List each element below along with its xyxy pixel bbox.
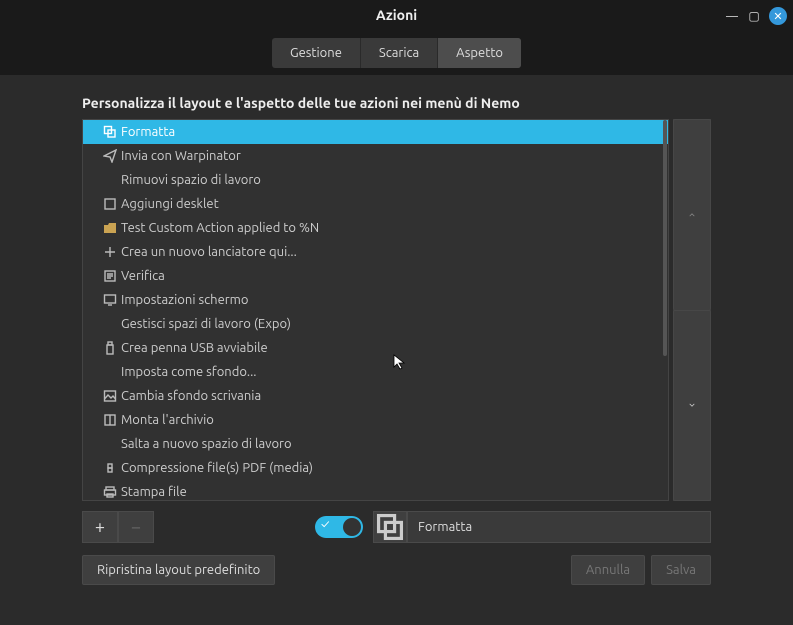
move-up-button[interactable]: [673, 119, 711, 310]
verify-icon: [103, 269, 117, 283]
action-item[interactable]: Stampa file: [83, 480, 668, 500]
action-label: Gestisci spazi di lavoro (Expo): [121, 317, 291, 331]
action-item[interactable]: Crea penna USB avviabile: [83, 336, 668, 360]
action-label: Invia con Warpinator: [121, 149, 241, 163]
screen-icon: [103, 293, 117, 307]
add-separator-button[interactable]: +: [82, 511, 118, 543]
action-item[interactable]: Impostazioni schermo: [83, 288, 668, 312]
window-controls: — ▢ ✕: [725, 7, 787, 25]
action-item[interactable]: Cambia sfondo scrivania: [83, 384, 668, 408]
reorder-buttons: [673, 119, 711, 501]
desklet-icon: [103, 197, 117, 211]
action-item[interactable]: Gestisci spazi di lavoro (Expo): [83, 312, 668, 336]
action-name-input[interactable]: [407, 511, 711, 543]
close-button[interactable]: ✕: [769, 7, 787, 25]
wallpaper-icon: [103, 389, 117, 403]
action-label: Test Custom Action applied to %N: [121, 221, 319, 235]
blank-icon: [103, 173, 117, 187]
format-icon: [103, 125, 117, 139]
archive-icon: [103, 413, 117, 427]
actions-list[interactable]: Formatta Invia con Warpinator Rimuovi spaz…: [82, 119, 669, 501]
tab-aspetto[interactable]: Aspetto: [438, 38, 521, 68]
remove-separator-button[interactable]: −: [118, 511, 154, 543]
action-item[interactable]: Imposta come sfondo...: [83, 360, 668, 384]
tab-scarica[interactable]: Scarica: [361, 38, 438, 68]
action-label: Crea un nuovo lanciatore qui...: [121, 245, 297, 259]
action-item[interactable]: Formatta: [83, 120, 668, 144]
action-label: Salta a nuovo spazio di lavoro: [121, 437, 292, 451]
action-item[interactable]: Crea un nuovo lanciatore qui...: [83, 240, 668, 264]
diamond-icon: [103, 461, 117, 475]
usb-icon: [103, 341, 117, 355]
action-enabled-toggle[interactable]: [315, 516, 363, 538]
tabs: Gestione Scarica Aspetto: [272, 38, 521, 68]
blank-icon: [103, 437, 117, 451]
action-item[interactable]: Invia con Warpinator: [83, 144, 668, 168]
tab-gestione[interactable]: Gestione: [272, 38, 361, 68]
cancel-button[interactable]: Annulla: [571, 555, 645, 585]
window-title: Azioni: [0, 7, 793, 23]
minimize-button[interactable]: —: [725, 9, 739, 23]
action-label: Impostazioni schermo: [121, 293, 249, 307]
action-item[interactable]: Rimuovi spazio di lavoro: [83, 168, 668, 192]
action-label: Monta l'archivio: [121, 413, 214, 427]
print-icon: [103, 485, 117, 499]
save-button[interactable]: Salva: [651, 555, 711, 585]
plus-icon: [103, 245, 117, 259]
blank-icon: [103, 365, 117, 379]
action-label: Verifica: [121, 269, 165, 283]
action-label: Imposta come sfondo...: [121, 365, 257, 379]
action-label: Stampa file: [121, 485, 187, 499]
action-item[interactable]: Salta a nuovo spazio di lavoro: [83, 432, 668, 456]
blank-icon: [103, 317, 117, 331]
action-label: Formatta: [121, 125, 175, 139]
action-item[interactable]: Verifica: [83, 264, 668, 288]
action-label: Compressione file(s) PDF (media): [121, 461, 313, 475]
action-label: Cambia sfondo scrivania: [121, 389, 261, 403]
action-label: Aggiungi desklet: [121, 197, 219, 211]
action-item[interactable]: Aggiungi desklet: [83, 192, 668, 216]
folder-icon: [103, 221, 117, 235]
action-label: Rimuovi spazio di lavoro: [121, 173, 261, 187]
send-icon: [103, 149, 117, 163]
scrollbar[interactable]: [663, 120, 667, 356]
action-item[interactable]: Monta l'archivio: [83, 408, 668, 432]
action-item[interactable]: Compressione file(s) PDF (media): [83, 456, 668, 480]
page-caption: Personalizza il layout e l'aspetto delle…: [82, 95, 711, 111]
action-item[interactable]: Test Custom Action applied to %N: [83, 216, 668, 240]
action-label: Crea penna USB avviabile: [121, 341, 268, 355]
move-down-button[interactable]: [673, 310, 711, 502]
action-icon-preview[interactable]: [373, 511, 407, 543]
maximize-button[interactable]: ▢: [747, 9, 761, 23]
titlebar: Azioni — ▢ ✕ Gestione Scarica Aspetto: [0, 0, 793, 75]
reset-layout-button[interactable]: Ripristina layout predefinito: [82, 555, 275, 585]
